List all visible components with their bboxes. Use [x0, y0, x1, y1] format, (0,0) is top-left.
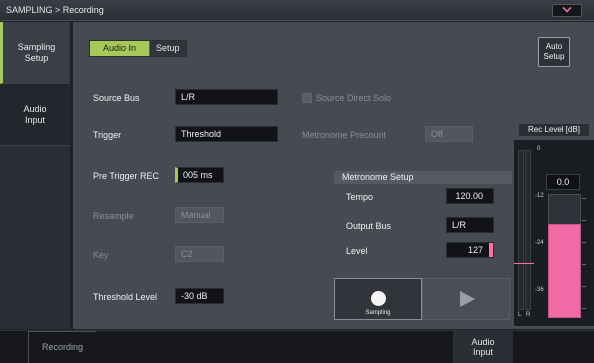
- tab-recording[interactable]: Recording: [28, 331, 96, 363]
- pre-trigger-rec-field[interactable]: 005 ms: [175, 167, 224, 183]
- sampling-label: Sampling: [365, 310, 391, 316]
- meter-tick-label: -36: [535, 287, 544, 293]
- meter-left-channel: [518, 150, 524, 310]
- fader-tick: [582, 242, 586, 243]
- play-button[interactable]: [422, 278, 510, 320]
- meter-l-label: L: [518, 312, 522, 318]
- sidebar-item-label: Audio Input: [23, 104, 47, 125]
- source-bus-field[interactable]: L/R: [175, 89, 278, 105]
- sidebar: Sampling Setup Audio Input: [0, 22, 70, 329]
- page-menu-button[interactable]: [552, 3, 582, 17]
- auto-setup-button[interactable]: Auto Setup: [538, 37, 570, 67]
- chevron-down-icon: [562, 3, 572, 13]
- output-bus-field[interactable]: L/R: [446, 217, 494, 233]
- record-icon: [371, 291, 386, 306]
- source-direct-solo-checkbox[interactable]: [302, 93, 312, 103]
- meter-tick-label: -12: [535, 193, 544, 199]
- fader-tick: [582, 264, 586, 265]
- sampling-button[interactable]: Sampling: [334, 278, 422, 320]
- page-title: SAMPLING > Recording: [6, 5, 104, 15]
- metronome-precount-field[interactable]: Off: [425, 126, 473, 142]
- key-label: Key: [93, 250, 109, 260]
- tab-setup[interactable]: Setup: [149, 41, 186, 56]
- rec-level-value[interactable]: 0.0: [546, 174, 580, 190]
- tab-audio-input-label: Audio Input: [471, 336, 495, 357]
- meter-r-label: R: [526, 312, 531, 318]
- tab-audio-input[interactable]: Audio Input: [453, 331, 513, 363]
- meter-tick-label: -24: [535, 240, 544, 246]
- rec-level-title: Rec Level [dB]: [519, 124, 589, 136]
- tempo-label: Tempo: [346, 192, 374, 202]
- level-indicator: [489, 243, 493, 257]
- source-bus-label: Source Bus: [93, 93, 140, 103]
- pre-trigger-rec-label: Pre Trigger REC: [93, 171, 160, 181]
- threshold-level-label: Threshold Level: [93, 292, 158, 302]
- fader-tick: [582, 286, 586, 287]
- output-bus-label: Output Bus: [346, 221, 392, 231]
- mode-segmented-control: Audio In Setup: [89, 40, 187, 57]
- tab-audio-in[interactable]: Audio In: [90, 41, 150, 56]
- threshold-level-field[interactable]: -30 dB: [175, 288, 224, 304]
- play-icon: [460, 291, 475, 307]
- resample-label: Resample: [93, 211, 134, 221]
- fader-tick: [582, 220, 586, 221]
- metronome-precount-label: Metronome Precount: [302, 130, 387, 140]
- meter-tick-label: 0: [537, 146, 541, 152]
- fader-tick: [582, 308, 586, 309]
- fader-tick: [582, 198, 586, 199]
- sidebar-item-label: Sampling Setup: [17, 42, 56, 63]
- sidebar-item-audio-input[interactable]: Audio Input: [0, 84, 70, 146]
- transport-controls: Sampling: [334, 278, 511, 320]
- level-field[interactable]: 127: [446, 242, 494, 258]
- level-label: Level: [346, 246, 368, 256]
- trigger-label: Trigger: [93, 130, 122, 140]
- meter-right-channel: [525, 150, 531, 310]
- metronome-setup-header: Metronome Setup: [334, 171, 512, 184]
- key-field[interactable]: C2: [175, 246, 224, 262]
- meter-peak-marker: [514, 263, 534, 264]
- resample-field[interactable]: Manual: [175, 207, 224, 223]
- title-bar: SAMPLING > Recording: [0, 0, 594, 21]
- source-direct-solo-label: Source Direct Solo: [316, 93, 392, 103]
- rec-level-fader-fill: [548, 224, 581, 318]
- tempo-field[interactable]: 120.00: [446, 188, 494, 204]
- trigger-field[interactable]: Threshold: [175, 126, 278, 142]
- sidebar-item-sampling-setup[interactable]: Sampling Setup: [0, 22, 70, 84]
